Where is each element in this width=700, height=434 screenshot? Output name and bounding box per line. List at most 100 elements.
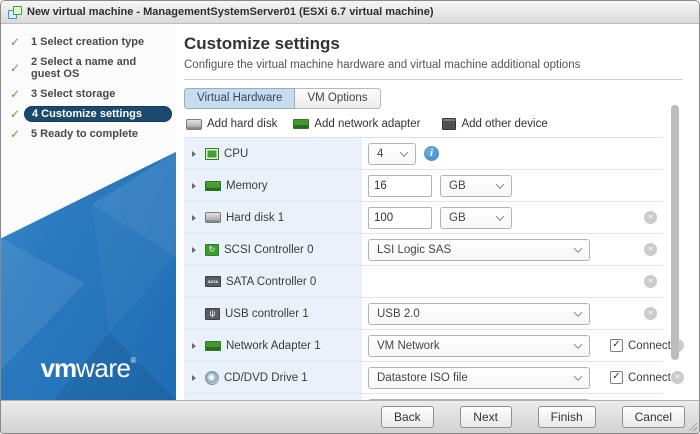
- wizard-step-1-select-creation-type[interactable]: ✓1 Select creation type: [1, 32, 176, 52]
- add-network-adapter-button[interactable]: Add network adapter: [293, 118, 420, 130]
- check-icon: ✓: [10, 61, 24, 75]
- device-label-cell: CPU: [184, 138, 362, 169]
- resize-grip-icon[interactable]: [688, 422, 697, 431]
- checkbox-checked-icon: ✓: [610, 339, 623, 352]
- expander-icon[interactable]: [192, 343, 200, 349]
- selected-value: VM Network: [377, 340, 440, 352]
- hard-disk-1-unit-select[interactable]: GB: [440, 207, 512, 229]
- checkbox-checked-icon: ✓: [610, 371, 623, 384]
- hardware-row-cd-dvd-drive-1: CD/DVD Drive 1Datastore ISO file✓Connect…: [184, 362, 663, 394]
- new-vm-wizard-window: New virtual machine - ManagementSystemSe…: [0, 0, 700, 434]
- wizard-step-4-customize-settings[interactable]: ✓4 Customize settings: [1, 104, 176, 124]
- device-label-cell: CD/DVD Drive 1: [184, 362, 362, 393]
- wizard-step-label: 5 Ready to complete: [24, 126, 172, 142]
- device-controls: GB: [362, 170, 663, 201]
- scrollbar-thumb[interactable]: [671, 105, 679, 360]
- usb-controller-1-select[interactable]: USB 2.0: [368, 303, 590, 325]
- selected-value: GB: [449, 212, 466, 224]
- device-label: Network Adapter 1: [226, 340, 321, 352]
- expander-icon[interactable]: [192, 183, 200, 189]
- selected-value: USB 2.0: [377, 308, 420, 320]
- wizard-body: ✓1 Select creation type✓2 Select a name …: [1, 24, 699, 400]
- wizard-step-label: 2 Select a name and guest OS: [24, 54, 172, 82]
- add-other-device-button[interactable]: Add other device: [442, 118, 547, 130]
- expander-icon[interactable]: [192, 215, 200, 221]
- cpu-select[interactable]: 4: [368, 143, 416, 165]
- chevron-down-icon: [496, 180, 504, 188]
- expander-icon[interactable]: [192, 151, 200, 157]
- hardware-row-network-adapter-1: Network Adapter 1VM Network✓Connect✕: [184, 330, 663, 362]
- hardware-row-usb-controller-1: USB controller 1 USB 2.0 ✕: [184, 298, 663, 330]
- network-adapter-1-connect-checkbox[interactable]: ✓ Connect: [610, 339, 671, 352]
- info-icon[interactable]: i: [424, 146, 439, 161]
- wizard-step-2-select-a-name-and-guest-os[interactable]: ✓2 Select a name and guest OS: [1, 52, 176, 84]
- remove-device-icon[interactable]: ✕: [644, 211, 657, 224]
- wizard-step-5-ready-to-complete[interactable]: ✓5 Ready to complete: [1, 124, 176, 144]
- remove-device-icon[interactable]: ✕: [644, 275, 657, 288]
- vmware-logo-ware: ware: [76, 353, 130, 383]
- tool-label: Add other device: [461, 118, 547, 130]
- check-icon: ✓: [10, 127, 24, 141]
- hardware-row-cpu: CPU 4i: [184, 138, 663, 170]
- cancel-button[interactable]: Cancel: [622, 406, 685, 428]
- device-label: USB controller 1: [225, 308, 309, 320]
- wizard-step-3-select-storage[interactable]: ✓3 Select storage: [1, 84, 176, 104]
- expander-icon[interactable]: [192, 247, 200, 253]
- device-controls: GB ✕: [362, 202, 663, 233]
- vmware-logo-registered: ®: [131, 356, 137, 365]
- cd-dvd-drive-1-connect-checkbox[interactable]: ✓ Connect: [610, 371, 671, 384]
- wizard-sidebar: ✓1 Select creation type✓2 Select a name …: [1, 24, 176, 400]
- check-icon: ✓: [10, 87, 24, 101]
- network-adapter-icon: [205, 341, 221, 351]
- device-controls: Datastore ISO file ✓ Connect✕: [362, 362, 690, 393]
- selected-value: LSI Logic SAS: [377, 244, 451, 256]
- device-label-cell: USB controller 1: [184, 298, 362, 329]
- remove-device-icon[interactable]: ✕: [671, 371, 684, 384]
- check-icon: ✓: [10, 107, 24, 121]
- device-label-cell: Memory: [184, 170, 362, 201]
- device-controls: ✕: [362, 266, 663, 297]
- hard-disk-1-value-input[interactable]: [368, 207, 432, 229]
- vmware-logo-vm: vm: [41, 353, 77, 383]
- tool-label: Add network adapter: [314, 118, 420, 130]
- device-label: CPU: [224, 148, 248, 160]
- chevron-down-icon: [496, 212, 504, 220]
- hardware-row-hard-disk-1: Hard disk 1 GB ✕: [184, 202, 663, 234]
- add-hard-disk-icon: [186, 119, 202, 130]
- tab-vm-options[interactable]: VM Options: [294, 88, 380, 109]
- device-label-cell: Network Adapter 1: [184, 330, 362, 361]
- vm-window-icon: [8, 6, 22, 19]
- page-title: Customize settings: [184, 34, 699, 54]
- connect-label: Connect: [628, 372, 671, 384]
- remove-device-icon[interactable]: ✕: [644, 243, 657, 256]
- add-other-device-icon: [442, 118, 456, 130]
- next-button[interactable]: Next: [460, 406, 512, 428]
- cd-dvd-drive-1-select[interactable]: Datastore ISO file: [368, 367, 590, 389]
- tab-virtual-hardware[interactable]: Virtual Hardware: [184, 88, 295, 109]
- hardware-row-sata-controller-0: SATA Controller 0✕: [184, 266, 663, 298]
- device-controls: LSI Logic SAS ✕: [362, 234, 663, 265]
- connect-label: Connect: [628, 340, 671, 352]
- expander-icon[interactable]: [192, 375, 200, 381]
- selected-value: GB: [449, 180, 466, 192]
- sata-controller-icon: [205, 276, 221, 287]
- device-label: CD/DVD Drive 1: [224, 372, 308, 384]
- device-label: Hard disk 1: [226, 212, 284, 224]
- device-label: Memory: [226, 180, 268, 192]
- usb-controller-icon: [205, 308, 220, 320]
- network-adapter-1-select[interactable]: VM Network: [368, 335, 590, 357]
- device-label: SCSI Controller 0: [224, 244, 313, 256]
- remove-device-icon[interactable]: ✕: [644, 307, 657, 320]
- back-button[interactable]: Back: [381, 406, 434, 428]
- device-controls: 4i: [362, 138, 663, 169]
- add-device-toolbar: Add hard disk Add network adapter Add othe…: [186, 118, 699, 130]
- finish-button[interactable]: Finish: [538, 406, 596, 428]
- window-title: New virtual machine - ManagementSystemSe…: [27, 6, 434, 18]
- memory-value-input[interactable]: [368, 175, 432, 197]
- add-hard-disk-button[interactable]: Add hard disk: [186, 118, 277, 130]
- memory-unit-select[interactable]: GB: [440, 175, 512, 197]
- check-icon: ✓: [10, 35, 24, 49]
- cd-dvd-icon: [205, 371, 219, 385]
- scsi-controller-0-select[interactable]: LSI Logic SAS: [368, 239, 590, 261]
- wizard-steps: ✓1 Select creation type✓2 Select a name …: [1, 24, 176, 144]
